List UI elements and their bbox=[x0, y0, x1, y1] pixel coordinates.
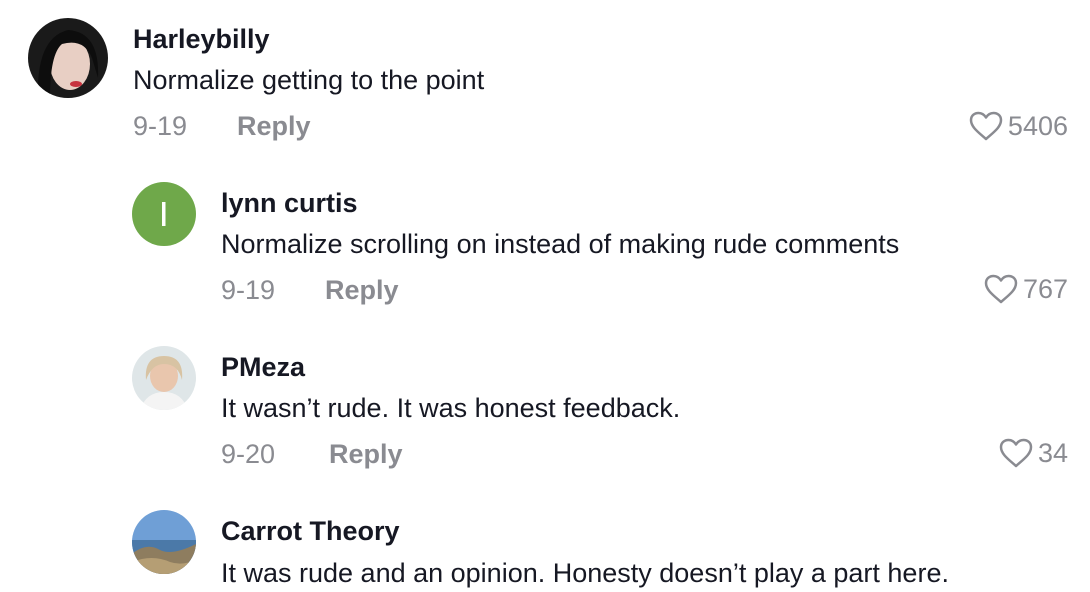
avatar[interactable] bbox=[28, 18, 108, 98]
comment-item: Carrot Theory It was rude and an opinion… bbox=[0, 490, 1090, 592]
like-count: 34 bbox=[1037, 437, 1068, 468]
like-count: 5406 bbox=[1007, 110, 1068, 141]
landscape-photo-avatar-icon bbox=[132, 510, 196, 574]
comment-date: 9-19 bbox=[133, 111, 188, 141]
comment-username[interactable]: PMeza bbox=[221, 352, 305, 383]
heart-icon bbox=[984, 274, 1018, 304]
comment-username[interactable]: Carrot Theory bbox=[221, 516, 400, 547]
heart-icon bbox=[969, 111, 1003, 141]
comment-item: Harleybilly Normalize getting to the poi… bbox=[0, 0, 1090, 160]
like-button[interactable]: 5406 bbox=[968, 110, 1068, 142]
comment-date: 9-19 bbox=[221, 275, 276, 305]
like-button[interactable]: 767 bbox=[983, 273, 1068, 305]
comment-username[interactable]: lynn curtis bbox=[221, 188, 358, 219]
like-count: 767 bbox=[1022, 273, 1068, 304]
comment-text: It wasn’t rude. It was honest feedback. bbox=[221, 393, 681, 423]
comment-item: PMeza It wasn’t rude. It was honest feed… bbox=[0, 325, 1090, 490]
comment-date: 9-20 bbox=[221, 439, 276, 469]
heart-icon bbox=[999, 438, 1033, 468]
comment-text: Normalize getting to the point bbox=[133, 65, 485, 95]
comment-text: It was rude and an opinion. Honesty does… bbox=[221, 558, 949, 588]
comment-username[interactable]: Harleybilly bbox=[133, 24, 270, 55]
like-button[interactable]: 34 bbox=[998, 437, 1068, 469]
avatar[interactable] bbox=[132, 510, 196, 574]
avatar[interactable] bbox=[132, 182, 196, 246]
initial-avatar-icon bbox=[132, 182, 196, 246]
comment-text: Normalize scrolling on instead of making… bbox=[221, 229, 900, 259]
user-photo-avatar-icon bbox=[28, 18, 108, 98]
avatar[interactable] bbox=[132, 346, 196, 410]
reply-button[interactable]: Reply bbox=[237, 111, 311, 142]
user-photo-avatar-icon bbox=[132, 346, 196, 410]
reply-button[interactable]: Reply bbox=[325, 275, 399, 306]
comment-item: lynn curtis Normalize scrolling on inste… bbox=[0, 160, 1090, 325]
reply-button[interactable]: Reply bbox=[329, 439, 403, 470]
